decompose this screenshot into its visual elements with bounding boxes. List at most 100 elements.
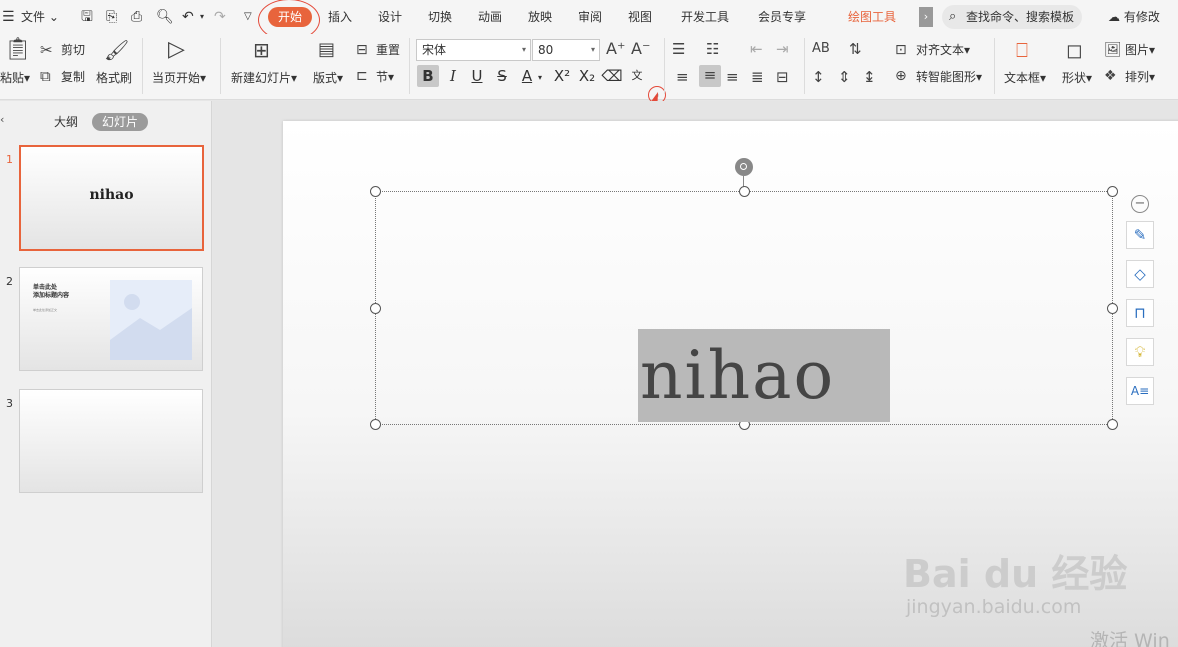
shape-button[interactable]: 形状▾	[1062, 70, 1092, 86]
new-slide-icon[interactable]: ⊞	[253, 40, 270, 60]
tab-home[interactable]: 开始	[268, 7, 312, 27]
paragraph-spacing-icon[interactable]: ⇕	[838, 67, 851, 87]
paste-icon[interactable]: 📋︎	[4, 39, 32, 61]
fill-bucket-icon[interactable]: ◇	[1126, 260, 1154, 288]
superscript-button[interactable]: X²	[551, 65, 573, 87]
collapse-toolbar-icon[interactable]: −	[1131, 195, 1149, 213]
text-direction-icon[interactable]: AB	[812, 39, 830, 59]
distribute-icon[interactable]: ⊟	[776, 67, 789, 87]
resize-handle-w[interactable]	[370, 303, 381, 314]
text-box-button[interactable]: 文本框▾	[1004, 70, 1046, 86]
lightbulb-icon[interactable]: 💡︎	[1126, 338, 1154, 366]
font-color-dropdown-icon[interactable]: ▾	[538, 70, 542, 86]
hamburger-icon[interactable]: ☰	[2, 0, 15, 34]
underline-button[interactable]: U	[466, 65, 488, 87]
tab-slides[interactable]: 幻灯片	[92, 113, 149, 131]
text-effects-icon[interactable]: A≡	[1126, 377, 1154, 405]
tab-drawing-tools[interactable]: 绘图工具	[848, 0, 896, 34]
reset-icon[interactable]: ⊟	[356, 40, 368, 60]
play-icon[interactable]: ▷	[168, 39, 185, 61]
align-text-button[interactable]: 对齐文本▾	[916, 42, 970, 58]
save-icon[interactable]: 🖫	[81, 0, 93, 34]
resize-handle-nw[interactable]	[370, 186, 381, 197]
smart-art-button[interactable]: 转智能图形▾	[916, 69, 982, 85]
picture-button[interactable]: 图片▾	[1125, 42, 1155, 58]
layout-icon[interactable]: ▤	[318, 40, 335, 60]
slide-thumbnail-1[interactable]: nihao	[19, 145, 204, 251]
bullet-list-icon[interactable]: ☰	[672, 39, 685, 59]
menu-file[interactable]: 文件 ⌄	[21, 0, 59, 34]
resize-handle-e[interactable]	[1107, 303, 1118, 314]
increase-font-icon[interactable]: A⁺	[606, 39, 625, 59]
tab-developer[interactable]: 开发工具	[681, 0, 729, 34]
paste-button[interactable]: 粘贴▾	[0, 70, 30, 86]
arrange-button[interactable]: 排列▾	[1125, 69, 1155, 85]
align-center-icon[interactable]: ≡	[699, 65, 721, 87]
pen-icon[interactable]: ✎	[1126, 221, 1154, 249]
font-color-button[interactable]: A	[516, 65, 538, 87]
font-name-select[interactable]: 宋体 ▾	[416, 39, 531, 61]
play-from-current-button[interactable]: 当页开始▾	[152, 70, 206, 86]
tab-member[interactable]: 会员专享	[758, 0, 806, 34]
tab-insert[interactable]: 插入	[328, 0, 352, 34]
tab-slideshow[interactable]: 放映	[528, 0, 552, 34]
brush-icon[interactable]: 🖌︎	[104, 40, 129, 60]
text-box-icon[interactable]: ⎕	[1016, 40, 1028, 60]
copy-button[interactable]: 复制	[61, 69, 85, 85]
justify-icon[interactable]: ≣	[751, 67, 764, 87]
modify-status[interactable]: ☁ 有修改	[1108, 0, 1160, 34]
phonetic-icon[interactable]: 文	[626, 65, 648, 87]
sort-icon[interactable]: ⇅	[849, 39, 862, 59]
decrease-indent-icon[interactable]: ⇤	[750, 39, 763, 59]
tab-outline[interactable]: 大纲	[44, 113, 88, 131]
font-size-select[interactable]: 80 ▾	[532, 39, 600, 61]
increase-indent-icon[interactable]: ⇥	[776, 39, 789, 59]
layout-button[interactable]: 版式▾	[313, 70, 343, 86]
scissors-icon[interactable]: ✂	[40, 40, 53, 60]
italic-button[interactable]: I	[442, 65, 464, 87]
copy-icon[interactable]: ⧉	[40, 66, 51, 86]
redo-icon[interactable]: ↷	[214, 0, 226, 34]
cut-button[interactable]: 剪切	[61, 42, 85, 58]
collapse-panel-icon[interactable]: ‹	[0, 113, 4, 126]
picture-icon[interactable]: 🖼︎	[1104, 40, 1122, 60]
tab-review[interactable]: 审阅	[578, 0, 602, 34]
numbered-list-icon[interactable]: ☷	[706, 39, 719, 59]
format-painter-button[interactable]: 格式刷	[96, 70, 132, 86]
shape-icon[interactable]: ◻	[1066, 40, 1083, 60]
rotate-handle-icon[interactable]	[735, 158, 753, 176]
resize-handle-se[interactable]	[1107, 419, 1118, 430]
arrange-icon[interactable]: ❖	[1104, 66, 1117, 86]
print-icon[interactable]: ⎙	[131, 0, 142, 34]
outline-icon[interactable]: ⊓	[1126, 299, 1154, 327]
undo-dropdown-icon[interactable]: ▾	[200, 0, 204, 34]
tab-animations[interactable]: 动画	[478, 0, 502, 34]
align-text-icon[interactable]: ⊡	[895, 40, 907, 60]
bold-button[interactable]: B	[417, 65, 439, 87]
section-icon[interactable]: ⊏	[356, 66, 368, 86]
subscript-button[interactable]: X₂	[576, 65, 598, 87]
align-left-icon[interactable]: ≡	[676, 67, 689, 87]
align-right-icon[interactable]: ≡	[726, 67, 739, 87]
quick-access-dropdown-icon[interactable]: ▽	[244, 0, 252, 34]
eraser-icon[interactable]: ⌫	[601, 65, 623, 87]
tab-transitions[interactable]: 切换	[428, 0, 452, 34]
section-button[interactable]: 节▾	[376, 69, 394, 85]
decrease-font-icon[interactable]: A⁻	[631, 39, 650, 59]
slide-text[interactable]: nihao	[638, 329, 890, 422]
tab-design[interactable]: 设计	[378, 0, 402, 34]
command-search[interactable]: ⌕ 查找命令、搜索模板	[942, 5, 1082, 29]
new-slide-button[interactable]: 新建幻灯片▾	[231, 70, 297, 86]
resize-handle-n[interactable]	[739, 186, 750, 197]
smart-art-icon[interactable]: ⊕	[895, 66, 907, 86]
slide-thumbnail-2[interactable]: 单击此处 添加标题内容 单击此处添加正文	[19, 267, 203, 371]
resize-handle-sw[interactable]	[370, 419, 381, 430]
undo-icon[interactable]: ↶	[182, 0, 194, 34]
tab-more-arrow-icon[interactable]: ›	[919, 7, 933, 27]
strikethrough-button[interactable]: S	[491, 65, 513, 87]
line-spacing-icon[interactable]: ↕	[812, 67, 825, 87]
spacing-menu-icon[interactable]: ↨	[863, 67, 876, 87]
tab-view[interactable]: 视图	[628, 0, 652, 34]
reset-button[interactable]: 重置	[376, 42, 400, 58]
resize-handle-ne[interactable]	[1107, 186, 1118, 197]
